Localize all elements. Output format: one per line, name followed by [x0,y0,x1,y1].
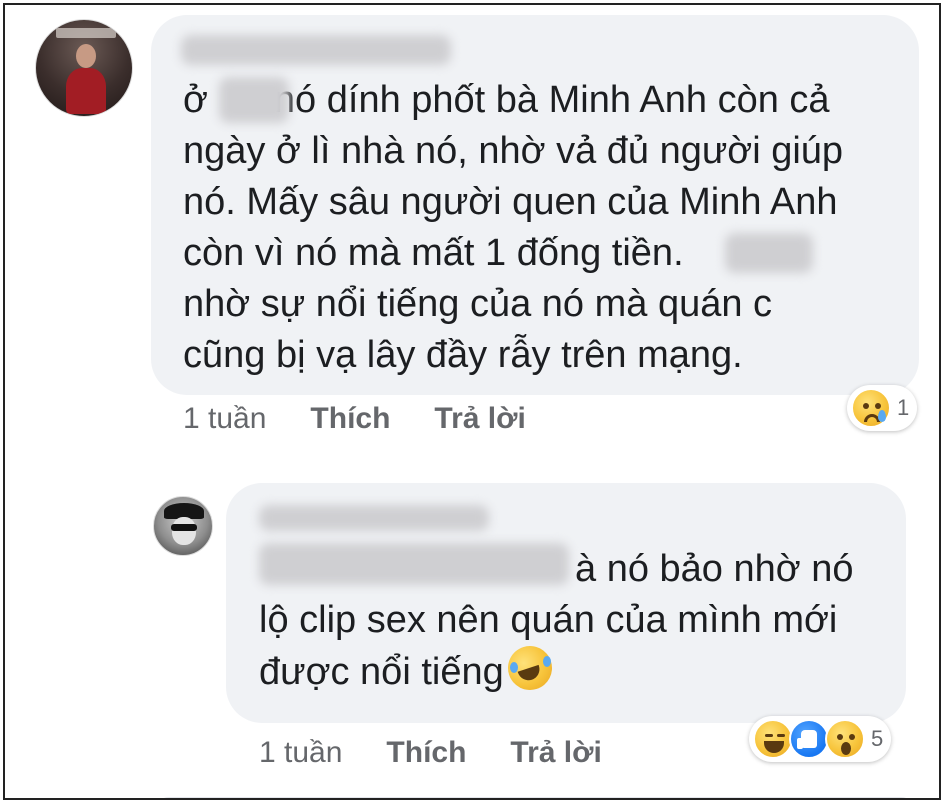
comment-thread: ở nó dính phốt bà Minh Anh còn cả ngày ở … [3,3,941,800]
wow-reaction-icon [825,719,865,759]
comment-1-actions: 1 tuần Thích Trả lời [183,402,526,436]
comment-2-line-2: lộ clip sex nên quán của mình mới [259,599,838,641]
comment-2-like-button[interactable]: Thích [386,736,466,770]
comment-2-reaction-count: 5 [871,726,884,751]
comment-2-line-1-text: à nó bảo nhờ nó [575,548,854,590]
redacted-word-2 [725,233,813,273]
comment-2-line-3-text: được nổi tiếng [259,651,504,693]
comment-1-line-3: nó. Mấy sâu người quen của Minh Anh [183,181,838,223]
redacted-word-1 [219,77,289,123]
avatar-background-sign [56,28,116,38]
comment-1-reaction-count: 1 [897,395,910,420]
avatar-sunglasses [171,524,197,531]
avatar-face [172,517,196,545]
comment-2-actions: 1 tuần Thích Trả lời [259,736,602,770]
haha-reaction-icon [753,719,793,759]
comment-2-timestamp[interactable]: 1 tuần [259,736,342,770]
redacted-author-name-1 [181,35,451,65]
comment-1-line-5: nhờ sự nổi tiếng của nó mà quán c [183,283,773,325]
comment-2-line-3: được nổi tiếng [259,640,854,697]
comment-1-like-button[interactable]: Thích [310,402,390,436]
comment-2-reactions[interactable]: 5 [749,716,892,762]
redacted-author-name-2 [259,505,489,531]
next-comment-edge [155,797,915,798]
comment-2-text: à nó bảo nhờ nó lộ clip sex nên quán của… [259,544,854,697]
comment-1-timestamp[interactable]: 1 tuần [183,402,266,436]
avatar-red-dress [66,68,106,114]
comment-1-reply-button[interactable]: Trả lời [434,402,525,436]
sad-reaction-icon [851,388,891,428]
rolling-laughing-emoji-icon [501,640,558,696]
comment-1-prefix: ở [183,79,208,121]
comment-2-line-1: à nó bảo nhờ nó [259,544,854,595]
comment-1-line-1-text: nó dính phốt bà Minh Anh còn cả [273,79,830,121]
comment-1-reactions[interactable]: 1 [847,385,918,431]
like-reaction-icon [789,719,829,759]
comment-2-reply-button[interactable]: Trả lời [510,736,601,770]
comment-1-line-2: ngày ở lì nhà nó, nhờ vả đủ người giúp [183,130,844,172]
commenter-1-avatar[interactable] [35,19,133,117]
comment-1-line-6: cũng bị vạ lây đầy rẫy trên mạng. [183,334,743,376]
avatar-head [76,44,96,68]
commenter-2-avatar[interactable] [153,496,213,556]
